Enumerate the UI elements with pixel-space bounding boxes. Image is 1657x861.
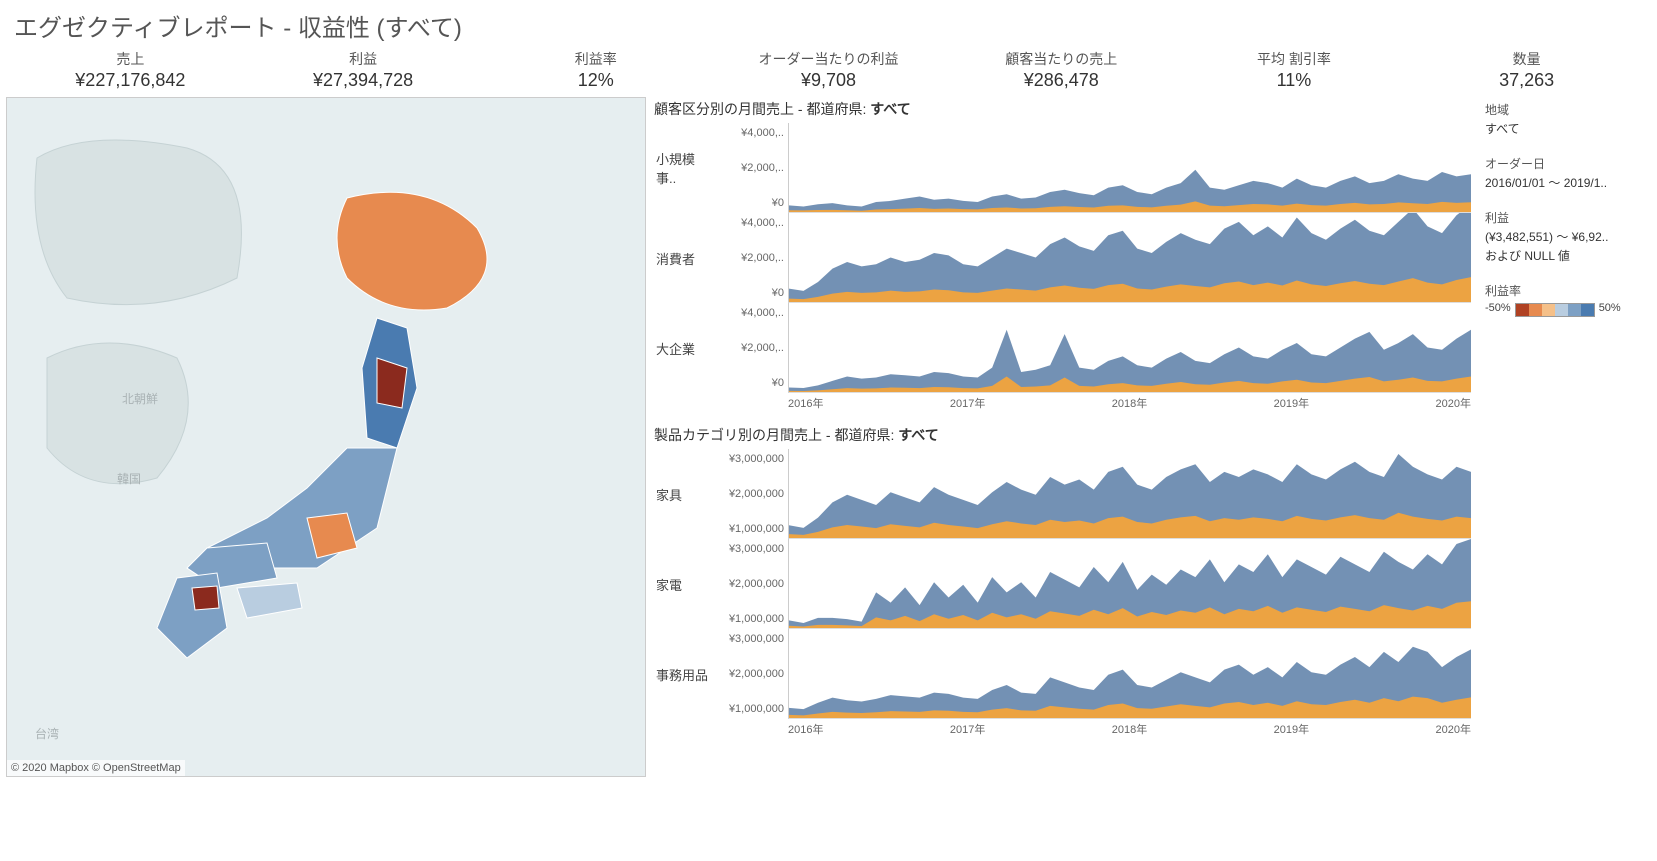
chart-plot-area[interactable] [788,303,1471,393]
chart-row[interactable]: 事務用品¥3,000,000¥2,000,000¥1,000,000 [654,629,1471,719]
filter-null-note: および NULL 値 [1485,247,1645,264]
chart-yaxis: ¥3,000,000¥2,000,000¥1,000,000 [712,629,788,719]
side-panel: 地域 すべて オーダー日 2016/01/01 ～ 2019/1.. 利益 (¥… [1479,97,1651,777]
kpi-label: 利益率 [479,49,712,69]
xaxis-label: 2017年 [950,395,985,411]
chart-row-label: 事務用品 [654,629,712,719]
chart-group-customer-segment: 顧客区分別の月間売上 - 都道府県: すべて 小規模事..¥4,000,..¥2… [654,97,1471,419]
kpi-value: ¥27,394,728 [247,70,480,91]
title-filter: すべて [870,101,910,117]
kpi-row: 売上¥227,176,842 利益¥27,394,728 利益率12% オーダー… [0,49,1657,97]
chart-group-title: 顧客区分別の月間売上 - 都道府県: すべて [654,97,1471,123]
chart-yaxis: ¥4,000,..¥2,000,..¥0 [712,303,788,393]
xaxis-label: 2020年 [1436,395,1471,411]
chart-row-label: 消費者 [654,213,712,303]
legend-min: -50% [1485,302,1511,314]
chart-plot-area[interactable] [788,213,1471,303]
xaxis-label: 2019年 [1274,721,1309,737]
xaxis-label: 2016年 [788,395,823,411]
kpi-value: ¥227,176,842 [14,70,247,91]
kpi-sales[interactable]: 売上¥227,176,842 [14,49,247,91]
filter-value: (¥3,482,551) ～ ¥6,92.. [1485,228,1645,245]
kpi-avg-discount[interactable]: 平均 割引率11% [1178,49,1411,91]
map-attribution: © 2020 Mapbox © OpenStreetMap [7,760,185,776]
chart-row-label: 大企業 [654,303,712,393]
filter-value: すべて [1485,120,1645,137]
xaxis-label: 2017年 [950,721,985,737]
kpi-profit-per-order[interactable]: オーダー当たりの利益¥9,708 [712,49,945,91]
title-prefix: 顧客区分別の月間売上 - 都道府県: [654,101,870,117]
title-filter: すべて [898,427,938,443]
chart-plot-area[interactable] [788,449,1471,539]
filter-label: 地域 [1485,101,1645,118]
kpi-label: 平均 割引率 [1178,49,1411,69]
kpi-sales-per-customer[interactable]: 顧客当たりの売上¥286,478 [945,49,1178,91]
filter-order-date[interactable]: オーダー日 2016/01/01 ～ 2019/1.. [1485,155,1645,191]
filter-label: オーダー日 [1485,155,1645,172]
svg-text:台湾: 台湾 [35,726,59,741]
legend-profit-rate: 利益率 -50% 50% [1485,282,1645,317]
kpi-profit-rate[interactable]: 利益率12% [479,49,712,91]
svg-text:北朝鮮: 北朝鮮 [122,392,158,406]
legend-label: 利益率 [1485,282,1645,299]
chart-yaxis: ¥4,000,..¥2,000,..¥0 [712,213,788,303]
chart-yaxis: ¥3,000,000¥2,000,000¥1,000,000 [712,539,788,629]
svg-text:韓国: 韓国 [117,472,141,486]
xaxis-label: 2018年 [1112,721,1147,737]
chart-row[interactable]: 家具¥3,000,000¥2,000,000¥1,000,000 [654,449,1471,539]
page-title: エグゼクティブレポート - 収益性 (すべて) [0,0,1657,49]
chart-plot-area[interactable] [788,539,1471,629]
map-japan[interactable]: 北朝鮮 韓国 台湾 © 2020 Mapbox © OpenStreetMap [6,97,646,777]
kpi-label: 数量 [1410,49,1643,69]
filter-label: 利益 [1485,209,1645,226]
filter-profit[interactable]: 利益 (¥3,482,551) ～ ¥6,92.. および NULL 値 [1485,209,1645,264]
kpi-label: 利益 [247,49,480,69]
kpi-profit[interactable]: 利益¥27,394,728 [247,49,480,91]
kpi-label: 顧客当たりの売上 [945,49,1178,69]
chart-plot-area[interactable] [788,629,1471,719]
xaxis-label: 2020年 [1436,721,1471,737]
chart-row-label: 家具 [654,449,712,539]
kpi-quantity[interactable]: 数量37,263 [1410,49,1643,91]
chart-row[interactable]: 小規模事..¥4,000,..¥2,000,..¥0 [654,123,1471,213]
kpi-label: 売上 [14,49,247,69]
filter-value: 2016/01/01 ～ 2019/1.. [1485,174,1645,191]
charts-column: 顧客区分別の月間売上 - 都道府県: すべて 小規模事..¥4,000,..¥2… [654,97,1471,777]
chart-yaxis: ¥4,000,..¥2,000,..¥0 [712,123,788,213]
chart-plot-area[interactable] [788,123,1471,213]
map-svg: 北朝鮮 韓国 台湾 [7,98,646,777]
chart-yaxis: ¥3,000,000¥2,000,000¥1,000,000 [712,449,788,539]
kpi-value: ¥9,708 [712,70,945,91]
filter-region[interactable]: 地域 すべて [1485,101,1645,137]
xaxis-label: 2019年 [1274,395,1309,411]
kpi-value: ¥286,478 [945,70,1178,91]
xaxis-label: 2016年 [788,721,823,737]
kpi-value: 37,263 [1410,70,1643,91]
legend-max: 50% [1599,302,1621,314]
chart-row[interactable]: 消費者¥4,000,..¥2,000,..¥0 [654,213,1471,303]
chart-row[interactable]: 家電¥3,000,000¥2,000,000¥1,000,000 [654,539,1471,629]
chart-row[interactable]: 大企業¥4,000,..¥2,000,..¥0 [654,303,1471,393]
chart-row-label: 家電 [654,539,712,629]
xaxis-label: 2018年 [1112,395,1147,411]
title-prefix: 製品カテゴリ別の月間売上 - 都道府県: [654,427,898,443]
kpi-value: 12% [479,70,712,91]
chart-row-label: 小規模事.. [654,123,712,213]
chart-group-product-category: 製品カテゴリ別の月間売上 - 都道府県: すべて 家具¥3,000,000¥2,… [654,423,1471,745]
kpi-value: 11% [1178,70,1411,91]
chart-group-title: 製品カテゴリ別の月間売上 - 都道府県: すべて [654,423,1471,449]
legend-color-bar [1515,303,1595,317]
kpi-label: オーダー当たりの利益 [712,49,945,69]
